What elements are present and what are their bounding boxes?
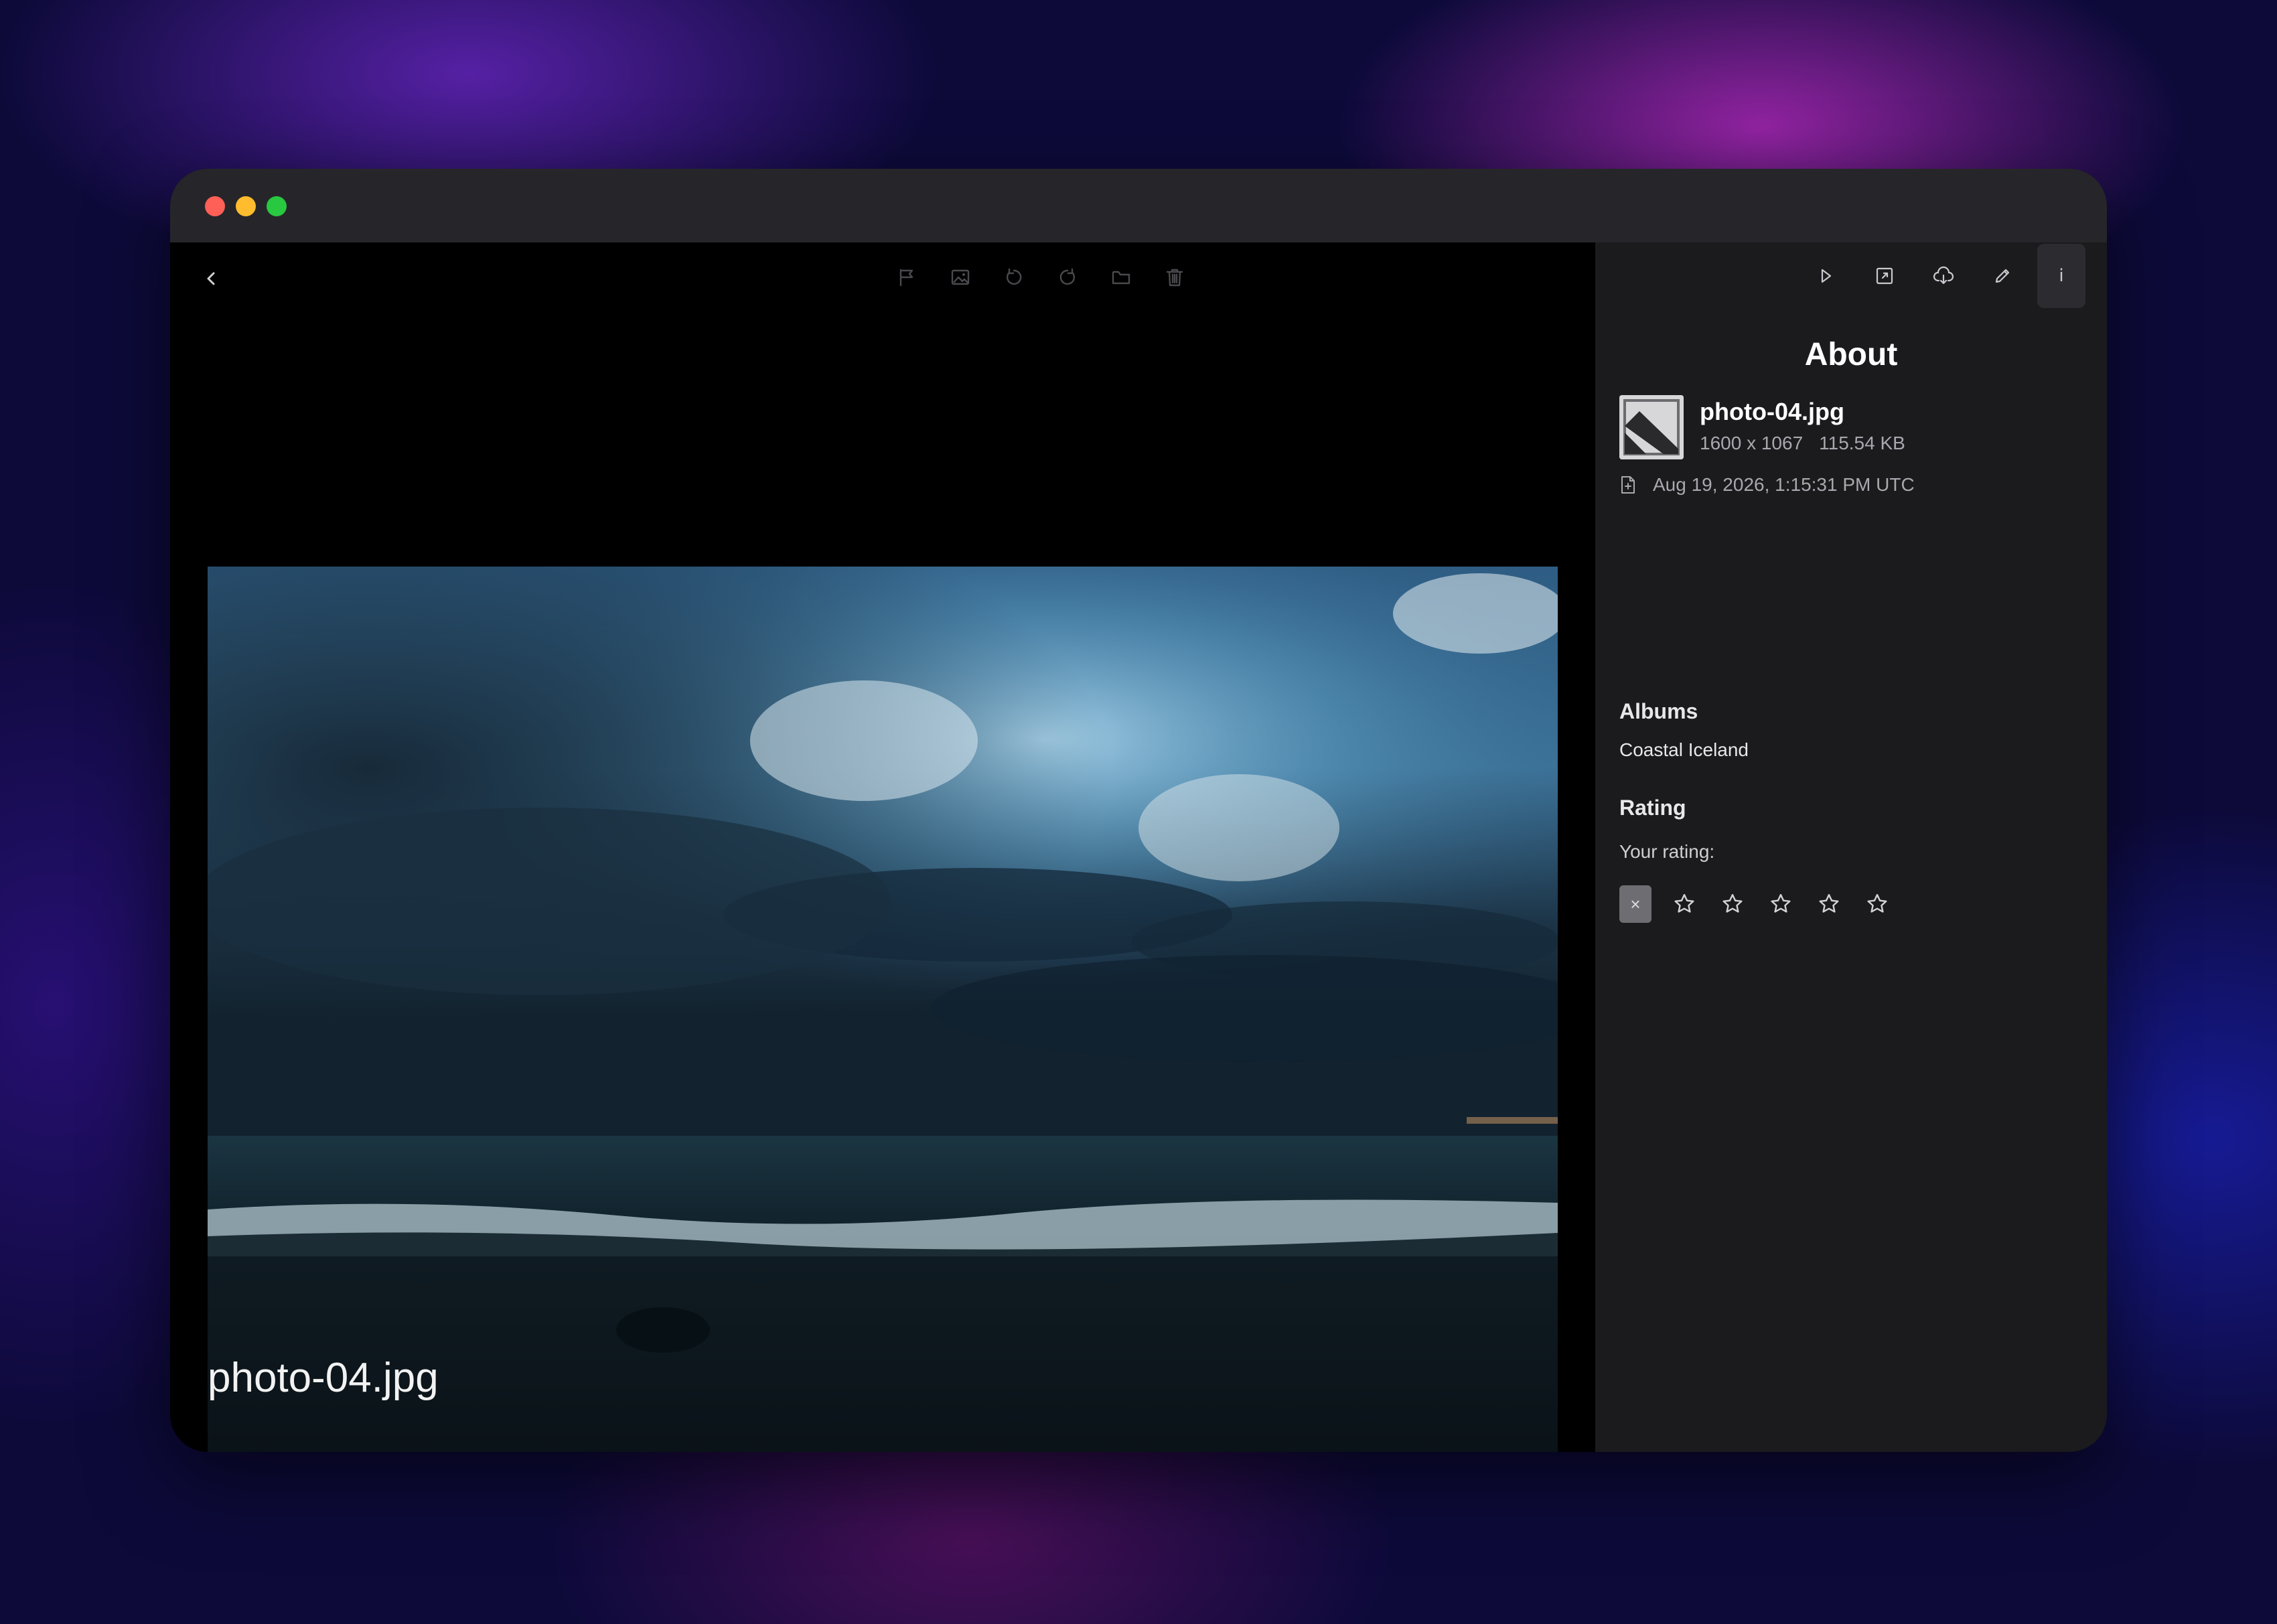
star-1-icon[interactable] xyxy=(1669,889,1700,919)
file-summary: photo-04.jpg 1600 x 1067 115.54 KB xyxy=(1619,395,1905,459)
minimize-window-button[interactable] xyxy=(236,196,256,216)
star-2-icon[interactable] xyxy=(1717,889,1748,919)
star-5-icon[interactable] xyxy=(1862,889,1893,919)
rotate-left-icon xyxy=(1006,268,1022,285)
back-button[interactable] xyxy=(197,264,226,293)
file-size: 115.54 KB xyxy=(1819,433,1905,453)
info-panel: i About photo-04.jpg 1600 x 1067 115.54 K… xyxy=(1595,242,2107,1452)
image-viewer: photo-04.jpg xyxy=(170,242,1595,1452)
fullscreen-button[interactable] xyxy=(1860,244,1909,308)
albums-heading: Albums xyxy=(1619,699,1698,723)
rating-heading: Rating xyxy=(1619,796,1686,820)
capture-date: Aug 19, 2026, 1:15:31 PM UTC xyxy=(1653,474,1915,495)
file-details: 1600 x 1067 115.54 KB xyxy=(1700,433,1905,454)
download-button[interactable] xyxy=(1919,244,1968,308)
title-bar xyxy=(170,169,2107,242)
image-placeholder-icon xyxy=(1619,395,1684,459)
file-date-icon xyxy=(1621,476,1635,494)
set-cover-button[interactable] xyxy=(947,264,974,291)
star-3-icon[interactable] xyxy=(1765,889,1796,919)
info-button[interactable]: i xyxy=(2037,244,2085,308)
photo xyxy=(208,567,1558,1452)
flag-icon xyxy=(899,269,913,287)
photo-caption: photo-04.jpg xyxy=(208,1355,439,1401)
rotate-left-button[interactable] xyxy=(1001,264,1027,291)
slideshow-button[interactable] xyxy=(1802,244,1850,308)
date-row: Aug 19, 2026, 1:15:31 PM UTC xyxy=(1619,474,1915,496)
star-4-icon[interactable] xyxy=(1814,889,1844,919)
album-link[interactable]: Coastal Iceland xyxy=(1619,739,1749,761)
rating-control: × xyxy=(1619,885,1893,923)
flag-button[interactable] xyxy=(893,264,920,291)
rating-label: Your rating: xyxy=(1619,841,1715,862)
trash-icon xyxy=(1166,269,1183,287)
file-name: photo-04.jpg xyxy=(1700,398,1844,425)
image-dimensions: 1600 x 1067 xyxy=(1700,433,1804,453)
chevron-left-icon xyxy=(207,272,215,285)
rotate-right-icon xyxy=(1059,268,1076,285)
viewer-toolbar xyxy=(893,259,1188,296)
rotate-right-button[interactable] xyxy=(1054,264,1081,291)
play-icon xyxy=(1821,269,1832,283)
zoom-window-button[interactable] xyxy=(267,196,287,216)
image-icon xyxy=(951,269,970,285)
expand-icon xyxy=(1876,267,1893,285)
cloud-download-icon xyxy=(1933,266,1954,285)
delete-button[interactable] xyxy=(1161,264,1188,291)
folder-icon xyxy=(1112,271,1130,285)
close-window-button[interactable] xyxy=(205,196,225,216)
panel-title: About xyxy=(1804,337,1898,372)
panel-actions: i xyxy=(1802,242,2085,309)
photo-viewer-window: photo-04.jpg i About photo-04.jpg 1600 x… xyxy=(170,169,2107,1452)
info-icon: i xyxy=(2059,266,2064,286)
clear-rating-button[interactable]: × xyxy=(1619,885,1651,923)
pencil-icon xyxy=(1995,269,2010,283)
edit-button[interactable] xyxy=(1978,244,2027,308)
move-to-folder-button[interactable] xyxy=(1108,264,1134,291)
